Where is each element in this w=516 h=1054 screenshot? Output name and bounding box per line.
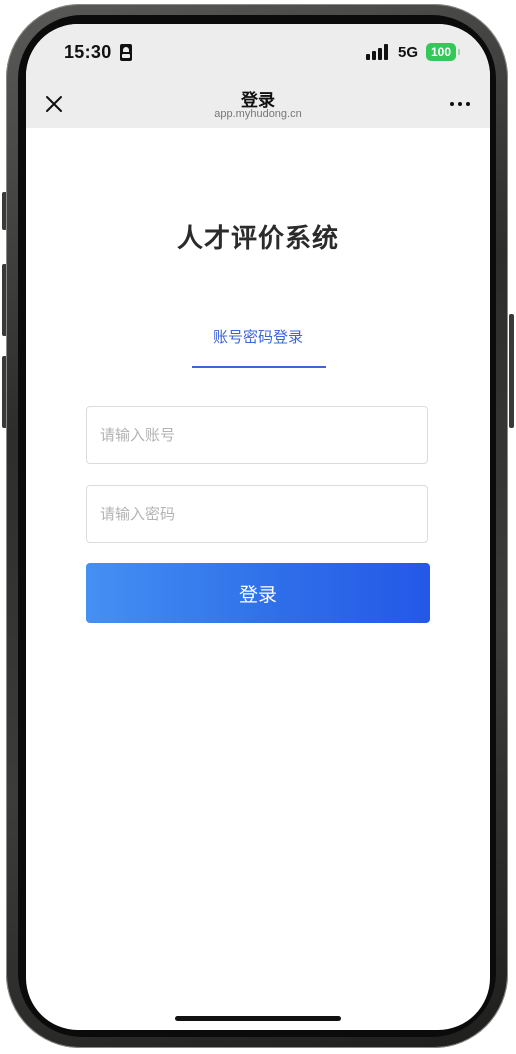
side-button-power	[509, 314, 514, 428]
battery-cap	[458, 49, 460, 55]
more-icon[interactable]	[448, 100, 472, 108]
app-title: 人才评价系统	[176, 224, 339, 254]
account-input[interactable]	[86, 406, 428, 464]
tab-underline	[192, 366, 326, 368]
signal-icon	[366, 44, 390, 60]
browser-header: 15:30 5G 100 登录 app.myhudong.cn	[26, 24, 490, 128]
home-indicator[interactable]	[175, 1016, 341, 1021]
status-time: 15:30	[64, 42, 112, 62]
network-type: 5G	[398, 44, 419, 61]
page-url: app.myhudong.cn	[214, 108, 302, 120]
password-input[interactable]	[86, 485, 428, 543]
phone-screen: 15:30 5G 100 登录 app.myhudong.cn 人才评价系统 账…	[26, 24, 490, 1030]
device-stage: 15:30 5G 100 登录 app.myhudong.cn 人才评价系统 账…	[0, 0, 516, 1054]
login-button[interactable]: 登录	[86, 563, 430, 623]
id-badge-icon	[120, 44, 132, 61]
battery-icon: 100	[426, 43, 456, 61]
tab-account-password[interactable]: 账号密码登录	[190, 326, 326, 347]
